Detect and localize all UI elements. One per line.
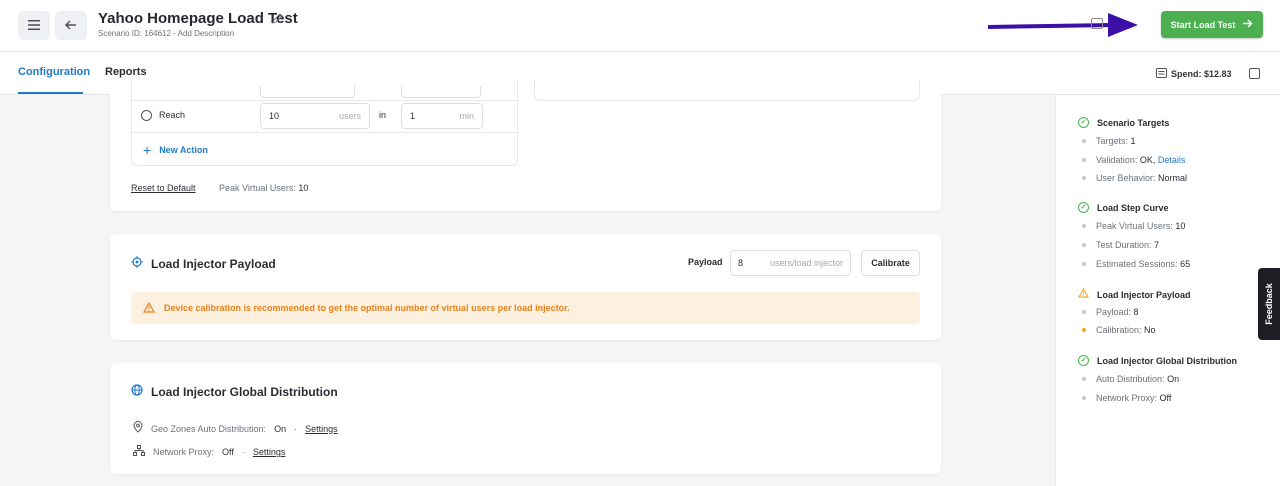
summary-item: Calibration: No bbox=[1082, 325, 1156, 335]
start-button-label: Start Load Test bbox=[1170, 19, 1236, 30]
summary-item: Targets: 1 bbox=[1082, 136, 1136, 146]
arrow-left-icon bbox=[65, 19, 77, 33]
proxy-settings-link[interactable]: Settings bbox=[253, 447, 286, 457]
menu-button[interactable] bbox=[18, 11, 50, 40]
summary-global-distribution: ✓ Load Injector Global Distribution bbox=[1078, 355, 1237, 366]
summary-item: Estimated Sessions: 65 bbox=[1082, 259, 1190, 269]
location-pin-icon bbox=[133, 421, 143, 436]
panel-toggle-icon[interactable] bbox=[1249, 68, 1260, 79]
distribution-card-title: Load Injector Global Distribution bbox=[131, 384, 338, 399]
load-step-table: Reach 10 users in 1 min + New Action bbox=[131, 80, 518, 166]
warning-icon bbox=[1078, 287, 1089, 301]
summary-item: Auto Distribution: On bbox=[1082, 374, 1179, 384]
in-label: in bbox=[379, 110, 387, 120]
payload-input[interactable]: 8 users/load injector bbox=[730, 250, 851, 276]
validation-details-link[interactable]: Details bbox=[1158, 155, 1186, 165]
summary-item: Network Proxy: Off bbox=[1082, 393, 1171, 403]
target-icon bbox=[141, 110, 152, 121]
load-injector-distribution-card: Load Injector Global Distribution Geo Zo… bbox=[110, 363, 941, 474]
summary-item: Validation: OK, Details bbox=[1082, 155, 1185, 165]
calibration-warning-banner: Device calibration is recommended to get… bbox=[131, 292, 920, 324]
spend-indicator[interactable]: Spend: $12.83 bbox=[1156, 68, 1232, 80]
cut-off-input bbox=[401, 86, 481, 98]
back-button[interactable] bbox=[55, 11, 87, 40]
network-proxy-row: Network Proxy: Off · Settings bbox=[133, 445, 285, 459]
calibrate-button[interactable]: Calibrate bbox=[861, 250, 920, 276]
hamburger-icon bbox=[28, 19, 40, 33]
feedback-tab[interactable]: Feedback bbox=[1258, 268, 1280, 340]
check-circle-icon: ✓ bbox=[1078, 202, 1089, 213]
plus-icon: + bbox=[143, 142, 152, 158]
reach-label: Reach bbox=[159, 110, 186, 120]
minutes-input[interactable]: 1 min bbox=[401, 103, 483, 129]
summary-panel: ✓ Scenario Targets Targets: 1 Validation… bbox=[1055, 95, 1280, 486]
summary-scenario-targets: ✓ Scenario Targets bbox=[1078, 117, 1169, 128]
load-injector-payload-card: Load Injector Payload Payload 8 users/lo… bbox=[110, 234, 941, 340]
reset-to-default-link[interactable]: Reset to Default bbox=[131, 183, 196, 193]
summary-item: Payload: 8 bbox=[1082, 307, 1139, 317]
check-circle-icon: ✓ bbox=[1078, 355, 1089, 366]
users-input[interactable]: 10 users bbox=[260, 103, 370, 129]
annotation-arrow-icon bbox=[988, 13, 1138, 37]
payload-label: Payload bbox=[688, 257, 723, 267]
cut-off-panel bbox=[534, 80, 920, 101]
network-icon bbox=[133, 445, 145, 459]
edit-pencil-icon[interactable] bbox=[272, 12, 283, 27]
start-load-test-button[interactable]: Start Load Test bbox=[1161, 11, 1263, 38]
cut-off-input bbox=[260, 86, 355, 98]
chat-icon[interactable] bbox=[1091, 18, 1103, 29]
top-bar: Yahoo Homepage Load Test Scenario ID: 16… bbox=[0, 0, 1280, 52]
crosshair-icon bbox=[131, 256, 143, 271]
spend-label: Spend: $12.83 bbox=[1171, 69, 1232, 79]
geo-settings-link[interactable]: Settings bbox=[305, 424, 338, 434]
geo-zones-row: Geo Zones Auto Distribution: On · Settin… bbox=[133, 421, 338, 436]
check-circle-icon: ✓ bbox=[1078, 117, 1089, 128]
tab-reports[interactable]: Reports bbox=[105, 66, 147, 78]
tab-configuration[interactable]: Configuration bbox=[18, 66, 90, 78]
receipt-icon bbox=[1156, 68, 1167, 80]
new-action-button[interactable]: + New Action bbox=[143, 142, 208, 158]
load-step-card: Reach 10 users in 1 min + New Action Res… bbox=[110, 80, 941, 211]
arrow-right-icon bbox=[1243, 19, 1253, 30]
summary-load-injector-payload: Load Injector Payload bbox=[1078, 287, 1191, 301]
globe-icon bbox=[131, 384, 143, 399]
summary-load-step-curve: ✓ Load Step Curve bbox=[1078, 202, 1169, 213]
warning-icon bbox=[142, 301, 156, 315]
scenario-subtitle[interactable]: Scenario ID: 164612 - Add Description bbox=[98, 29, 234, 38]
summary-item: User Behavior: Normal bbox=[1082, 173, 1187, 183]
summary-item: Peak Virtual Users: 10 bbox=[1082, 221, 1185, 231]
summary-item: Test Duration: 7 bbox=[1082, 240, 1159, 250]
active-tab-indicator bbox=[18, 92, 83, 94]
payload-card-title: Load Injector Payload bbox=[131, 256, 276, 271]
page-title: Yahoo Homepage Load Test bbox=[98, 10, 298, 27]
peak-virtual-users: Peak Virtual Users: 10 bbox=[219, 183, 309, 193]
